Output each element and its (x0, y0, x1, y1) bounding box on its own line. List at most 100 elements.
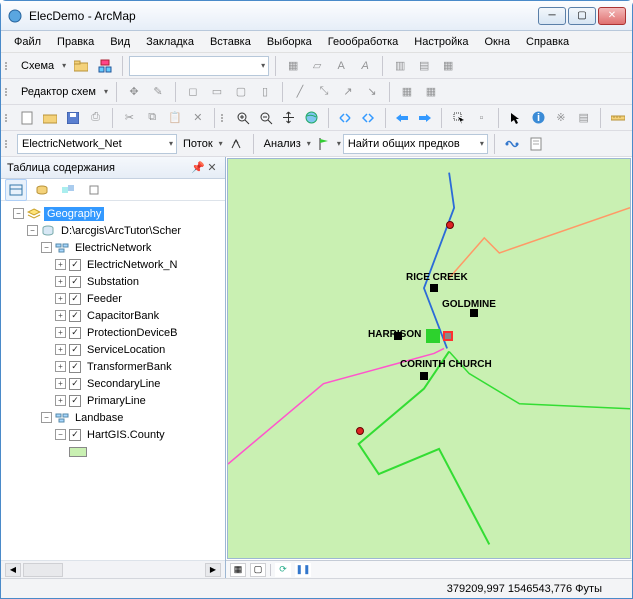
zoom-fixed-in-icon[interactable] (335, 107, 356, 129)
select-arrow-icon[interactable] (505, 107, 526, 129)
map-canvas[interactable]: RICE CREEK GOLDMINE HARRISON CORINTH CHU… (227, 158, 631, 559)
select-elem-icon[interactable] (448, 107, 469, 129)
ed-b5: ╱ (289, 81, 311, 103)
task-dropdown-value: Найти общих предков (348, 138, 460, 150)
tree-layer[interactable]: +✓PrimaryLine (3, 392, 225, 409)
toc-list-draw-icon[interactable] (5, 179, 27, 201)
toc-pin-icon[interactable]: 📌 (191, 161, 205, 174)
identify-icon[interactable]: i (528, 107, 549, 129)
toc-hscroll[interactable]: ◀ ▶ (1, 560, 225, 578)
tree-layer[interactable]: +✓Feeder (3, 290, 225, 307)
menu-file[interactable]: Файл (7, 34, 48, 50)
tree-layer[interactable]: +✓ElectricNetwork_N (3, 256, 225, 273)
save-icon[interactable] (62, 107, 83, 129)
toolbar-grip-3[interactable] (5, 114, 11, 122)
tree-root-label: Geography (44, 207, 104, 221)
analysis-arrow[interactable]: ▾ (307, 139, 311, 148)
tree-layer[interactable]: +✓ServiceLocation (3, 341, 225, 358)
open-folder-icon[interactable] (70, 55, 92, 77)
zoom-in-icon[interactable] (233, 107, 254, 129)
tree-symbol[interactable] (3, 443, 225, 460)
tree-layer[interactable]: +✓Substation (3, 273, 225, 290)
btn-d2: ▱ (306, 55, 328, 77)
tree-dataframe[interactable]: −D:\arcgis\ArcTutor\Scher (3, 222, 225, 239)
delete-icon: ✕ (187, 107, 208, 129)
tree-group-elec[interactable]: −ElectricNetwork (3, 239, 225, 256)
full-extent-icon[interactable] (301, 107, 322, 129)
map-label-corinth: CORINTH CHURCH (400, 359, 492, 370)
prev-extent-icon[interactable] (392, 107, 413, 129)
toc-tree[interactable]: −Geography −D:\arcgis\ArcTutor\Scher −El… (1, 201, 225, 560)
network-dropdown[interactable]: ElectricNetwork_Net (17, 134, 177, 154)
menu-help[interactable]: Справка (519, 34, 576, 50)
minimize-button[interactable]: ─ (538, 7, 566, 25)
toolbar-grip[interactable] (5, 62, 11, 70)
toc-list-sel-icon[interactable] (83, 179, 105, 201)
dataset-icon (55, 242, 69, 254)
toc-list-vis-icon[interactable] (57, 179, 79, 201)
map-node[interactable] (430, 284, 438, 292)
props-icon[interactable] (525, 133, 547, 155)
tree-layer[interactable]: +✓SecondaryLine (3, 375, 225, 392)
pause-draw-icon[interactable]: ❚❚ (295, 563, 311, 577)
task-dropdown[interactable]: Найти общих предков (343, 134, 488, 154)
ed-b3: ▢ (230, 81, 252, 103)
toolbar-grip-2[interactable] (5, 88, 11, 96)
open-icon[interactable] (39, 107, 60, 129)
toc-close-icon[interactable]: ✕ (205, 161, 219, 174)
flag-arrow[interactable]: ▾ (337, 139, 341, 148)
menu-edit[interactable]: Правка (50, 34, 101, 50)
scroll-left-icon[interactable]: ◀ (5, 563, 21, 577)
maximize-button[interactable]: ▢ (568, 7, 596, 25)
menu-insert[interactable]: Вставка (203, 34, 258, 50)
schema-combo[interactable] (129, 56, 269, 76)
solve-icon[interactable] (501, 133, 523, 155)
zoom-fixed-out-icon[interactable] (358, 107, 379, 129)
tree-layer[interactable]: +✓CapacitorBank (3, 307, 225, 324)
menu-bar: Файл Правка Вид Закладка Вставка Выборка… (1, 31, 632, 53)
menu-bookmark[interactable]: Закладка (139, 34, 201, 50)
ed-b7: ↗ (337, 81, 359, 103)
toolbar-grip-4[interactable] (5, 140, 11, 148)
tree-layer[interactable]: +✓TransformerBank (3, 358, 225, 375)
menu-windows[interactable]: Окна (477, 34, 517, 50)
map-node-junction[interactable] (446, 221, 454, 229)
measure-icon[interactable] (607, 107, 628, 129)
print-icon: ⎙ (85, 107, 106, 129)
menu-view[interactable]: Вид (103, 34, 137, 50)
map-node[interactable] (420, 372, 428, 380)
flow-dir-icon[interactable] (225, 133, 247, 155)
map-flag-node[interactable] (426, 329, 440, 343)
scroll-right-icon[interactable]: ▶ (205, 563, 221, 577)
tree-layer[interactable]: +✓ProtectionDeviceB (3, 324, 225, 341)
flag-tool-icon[interactable] (313, 133, 335, 155)
new-icon[interactable] (17, 107, 38, 129)
close-button[interactable]: ✕ (598, 7, 626, 25)
menu-selection[interactable]: Выборка (260, 34, 319, 50)
pan-icon[interactable] (278, 107, 299, 129)
map-node-junction[interactable] (356, 427, 364, 435)
diagram-icon[interactable] (94, 55, 116, 77)
flow-arrow[interactable]: ▾ (219, 139, 223, 148)
refresh-icon[interactable]: ⟳ (275, 563, 291, 577)
menu-customize[interactable]: Настройка (407, 34, 475, 50)
editor-dropdown-arrow[interactable]: ▾ (102, 87, 110, 96)
ed-b8: ↘ (361, 81, 383, 103)
map-selected-node[interactable] (443, 331, 453, 341)
tree-root[interactable]: −Geography (3, 205, 225, 222)
toc-list-source-icon[interactable] (31, 179, 53, 201)
scroll-thumb[interactable] (23, 563, 63, 577)
toolbar-grip-3b[interactable] (221, 114, 227, 122)
menu-geoprocessing[interactable]: Геообработка (321, 34, 406, 50)
ed-move-icon: ✥ (123, 81, 145, 103)
tree-layer-land[interactable]: −✓HartGIS.County (3, 426, 225, 443)
data-view-icon[interactable]: ▦ (230, 563, 246, 577)
btn-d5: ▥ (389, 55, 411, 77)
zoom-out-icon[interactable] (256, 107, 277, 129)
map-node[interactable] (470, 309, 478, 317)
btn-d3: A (330, 55, 352, 77)
tree-group-land[interactable]: −Landbase (3, 409, 225, 426)
layout-view-icon[interactable]: ▢ (250, 563, 266, 577)
schema-dropdown-arrow[interactable]: ▾ (60, 61, 68, 70)
next-extent-icon[interactable] (414, 107, 435, 129)
